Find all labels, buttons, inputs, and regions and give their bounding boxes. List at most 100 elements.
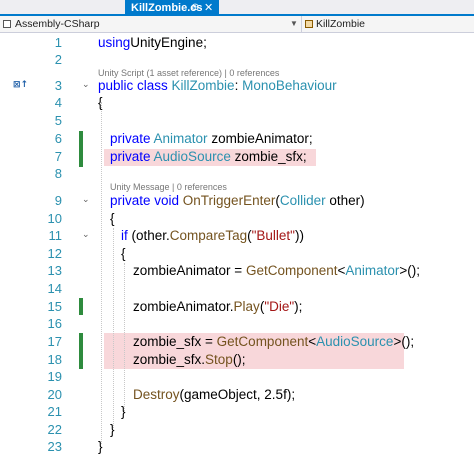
- code-token: zombie_sfx.: [133, 352, 206, 367]
- code-token: Collider: [279, 193, 326, 208]
- code-token: OnTriggerEnter: [182, 193, 276, 208]
- line-number: 19: [47, 369, 62, 384]
- code-token: AudioSource: [316, 334, 394, 349]
- code-line-11[interactable]: if (other.CompareTag("Bullet")): [121, 227, 304, 245]
- pin-icon[interactable]: ⊕: [191, 0, 199, 16]
- tab-killzombie[interactable]: KillZombie.cs ⊕ ✕: [125, 0, 219, 16]
- code-token: zombieAnimator.: [133, 299, 234, 314]
- code-line-1[interactable]: usingUnityEngine;: [98, 34, 207, 52]
- chevron-down-icon: ▼: [290, 19, 298, 28]
- line-number: 23: [47, 439, 62, 454]
- code-token: (other.: [131, 228, 170, 243]
- code-line-10[interactable]: {: [110, 210, 115, 228]
- code-line-21[interactable]: }: [121, 403, 126, 421]
- code-line-22[interactable]: }: [110, 421, 115, 439]
- code-token: Animator: [345, 263, 400, 278]
- navigation-bar: Assembly-CSharp ▼ KillZombie: [0, 16, 474, 33]
- line-number: 5: [54, 113, 62, 128]
- indent-guide: [101, 102, 102, 444]
- code-token: Stop: [205, 352, 233, 367]
- line-number: 4: [54, 95, 62, 110]
- line-number: 18: [47, 352, 62, 367]
- code-token: AudioSource: [153, 149, 231, 164]
- class-dropdown[interactable]: KillZombie: [301, 16, 474, 32]
- code-token: );: [294, 299, 303, 314]
- line-number: 7: [54, 149, 62, 164]
- collapse-icon[interactable]: ⌄: [82, 227, 90, 245]
- code-line-13[interactable]: zombieAnimator = GetComponent<Animator>(…: [133, 262, 420, 280]
- code-line-9[interactable]: private void OnTriggerEnter(Collider oth…: [110, 192, 365, 210]
- code-token: ();: [232, 352, 246, 367]
- collapse-icon[interactable]: ⌄: [82, 192, 90, 210]
- code-token: Destroy: [133, 387, 180, 402]
- line-number: 14: [47, 281, 62, 296]
- code-line-6[interactable]: private Animator zombieAnimator;: [110, 130, 313, 148]
- code-token: )): [294, 228, 304, 243]
- code-line-18[interactable]: zombie_sfx.Stop();: [133, 351, 246, 369]
- code-line-17[interactable]: zombie_sfx = GetComponent<AudioSource>()…: [133, 333, 414, 351]
- close-icon[interactable]: ✕: [204, 0, 213, 16]
- code-token: if: [121, 228, 132, 243]
- code-line-7[interactable]: private AudioSource zombie_sfx;: [110, 148, 307, 166]
- line-number: 12: [47, 246, 62, 261]
- collapse-icon[interactable]: ⌄: [82, 77, 90, 95]
- code-token: }: [110, 422, 115, 437]
- code-editor[interactable]: ⊠↑ Unity Script (1 asset reference) | 0 …: [0, 34, 474, 460]
- code-token: GetComponent: [245, 263, 338, 278]
- code-token: private: [110, 149, 154, 164]
- line-number: 9: [54, 193, 62, 208]
- code-line-3[interactable]: public class KillZombie: MonoBehaviour: [98, 77, 337, 95]
- line-number: 6: [54, 131, 62, 146]
- code-token: UnityEngine;: [130, 35, 207, 50]
- code-token: GetComponent: [216, 334, 309, 349]
- code-token: "Bullet": [251, 228, 295, 243]
- code-line-12[interactable]: {: [121, 245, 126, 263]
- line-number: 10: [47, 211, 62, 226]
- codelens-method-hint[interactable]: Unity Message | 0 references: [110, 182, 227, 192]
- code-token: zombie_sfx;: [230, 149, 307, 164]
- code-token: zombieAnimator;: [207, 131, 313, 146]
- code-token: private void: [110, 193, 183, 208]
- code-token: public class: [98, 78, 172, 93]
- code-token: MonoBehaviour: [242, 78, 337, 93]
- project-dropdown[interactable]: Assembly-CSharp ▼: [0, 16, 300, 32]
- code-token: CompareTag: [169, 228, 248, 243]
- code-line-23[interactable]: }: [98, 438, 103, 456]
- code-token: private: [110, 131, 154, 146]
- code-token: KillZombie: [171, 78, 235, 93]
- line-number: 8: [54, 166, 62, 181]
- line-number: 11: [48, 228, 63, 243]
- code-token: zombieAnimator =: [133, 263, 246, 278]
- code-token: using: [98, 35, 131, 50]
- code-token: <: [308, 334, 317, 349]
- project-label: Assembly-CSharp: [15, 18, 100, 30]
- code-line-4[interactable]: {: [98, 94, 103, 112]
- code-token: :: [234, 78, 243, 93]
- code-token: {: [110, 211, 115, 226]
- line-number: 22: [47, 422, 62, 437]
- change-marker: [79, 333, 83, 369]
- line-number: 21: [47, 404, 62, 419]
- code-token: other): [325, 193, 365, 208]
- code-token: }: [121, 404, 126, 419]
- line-number: 15: [47, 299, 62, 314]
- project-icon: [3, 20, 11, 28]
- indent-guide: [113, 228, 114, 428]
- code-token: (gameObject, 2.5f);: [179, 387, 296, 402]
- line-number: 2: [54, 52, 62, 67]
- code-token: >();: [393, 334, 415, 349]
- line-number: 16: [47, 316, 62, 331]
- class-label: KillZombie: [316, 18, 366, 30]
- code-token: Animator: [153, 131, 208, 146]
- code-token: "Die": [264, 299, 295, 314]
- code-token: >();: [399, 263, 421, 278]
- code-token: }: [98, 439, 103, 454]
- change-marker: [79, 131, 83, 167]
- code-line-20[interactable]: Destroy(gameObject, 2.5f);: [133, 386, 295, 404]
- code-token: Play: [233, 299, 260, 314]
- line-number: 20: [47, 387, 62, 402]
- code-line-15[interactable]: zombieAnimator.Play("Die");: [133, 298, 302, 316]
- line-number: 17: [47, 334, 62, 349]
- change-marker: [79, 298, 83, 315]
- code-token: zombie_sfx =: [133, 334, 217, 349]
